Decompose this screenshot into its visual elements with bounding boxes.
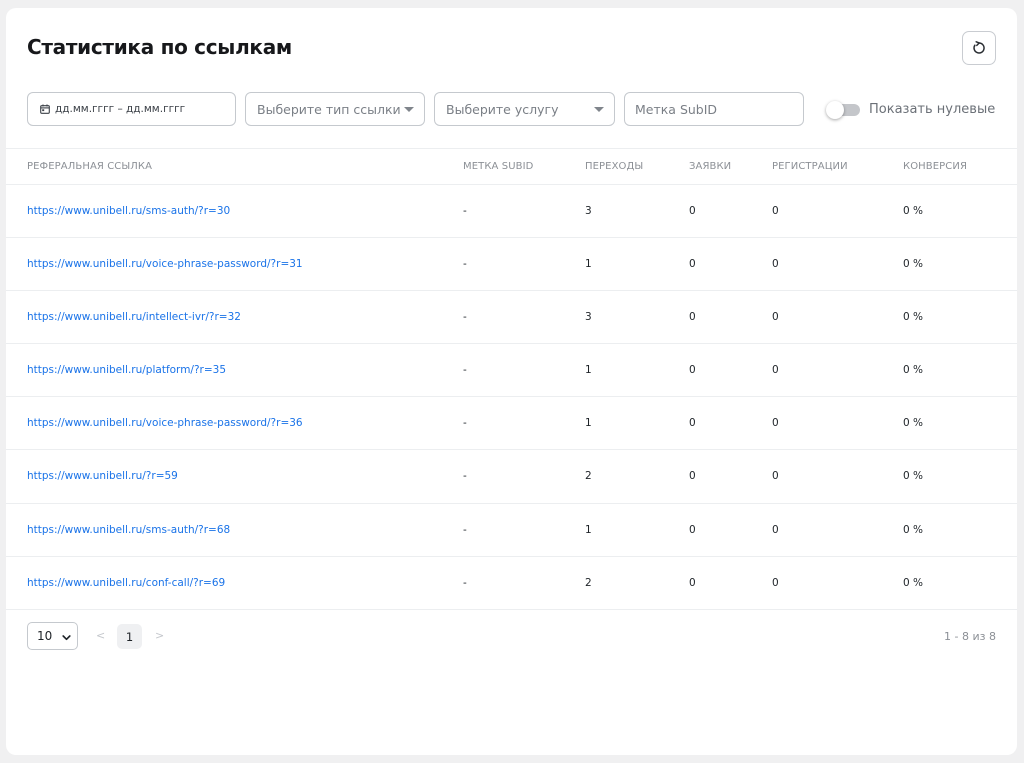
referral-link[interactable]: https://www.unibell.ru/conf-call/?r=69 (27, 577, 225, 589)
conversion-cell: 0 % (903, 258, 923, 271)
subid-cell: - (463, 417, 467, 430)
show-zero-label: Показать нулевые (869, 102, 996, 117)
registrations-cell: 0 (772, 523, 779, 536)
conversion-cell: 0 % (903, 523, 923, 536)
registrations-cell: 0 (772, 364, 779, 377)
toggle-knob (826, 100, 844, 119)
column-header-clicks: Переходы (585, 161, 644, 172)
page-title: Статистика по ссылкам (27, 35, 292, 59)
registrations-cell: 0 (772, 258, 779, 271)
orders-cell: 0 (689, 470, 696, 483)
page-size-select[interactable]: 10 (27, 622, 78, 650)
conversion-cell: 0 % (903, 417, 923, 430)
subid-input[interactable]: Метка SubID (624, 92, 804, 126)
subid-cell: - (463, 470, 467, 483)
column-header-conversion: Конверсия (903, 161, 968, 172)
clicks-cell: 3 (585, 311, 592, 324)
refresh-button[interactable] (962, 31, 996, 65)
conversion-cell: 0 % (903, 576, 923, 589)
current-page-button[interactable]: 1 (117, 624, 142, 649)
link-stats-card: Статистика по ссылкам дд.мм.гггг – дд.мм… (6, 8, 1017, 755)
clicks-cell: 1 (585, 417, 592, 430)
pagination-bar: 10 < 1 > 1 - 8 из 8 (27, 622, 996, 652)
column-header-orders: Заявки (689, 161, 732, 172)
chevron-down-icon (62, 631, 71, 641)
clicks-cell: 2 (585, 470, 592, 483)
referral-link[interactable]: https://www.unibell.ru/sms-auth/?r=68 (27, 524, 230, 536)
refresh-icon (971, 40, 987, 56)
clicks-cell: 1 (585, 523, 592, 536)
referral-link[interactable]: https://www.unibell.ru/intellect-ivr/?r=… (27, 311, 241, 323)
link-type-select[interactable]: Выберите тип ссылки (245, 92, 425, 126)
chevron-down-icon (404, 107, 414, 112)
table-row: https://www.unibell.ru/voice-phrase-pass… (6, 397, 1017, 451)
date-range-placeholder: дд.мм.гггг – дд.мм.гггг (55, 103, 186, 115)
table-row: https://www.unibell.ru/sms-auth/?r=68 - … (6, 504, 1017, 557)
conversion-cell: 0 % (903, 470, 923, 483)
link-stats-table: Реферальная ссылка Метка SubID Переходы … (6, 148, 1017, 610)
table-header: Реферальная ссылка Метка SubID Переходы … (6, 148, 1017, 185)
orders-cell: 0 (689, 576, 696, 589)
registrations-cell: 0 (772, 470, 779, 483)
chevron-down-icon (594, 107, 604, 112)
referral-link[interactable]: https://www.unibell.ru/platform/?r=35 (27, 364, 226, 376)
registrations-cell: 0 (772, 205, 779, 217)
next-page-button[interactable]: > (155, 629, 164, 642)
subid-cell: - (463, 576, 467, 589)
column-header-registrations: Регистрации (772, 161, 848, 172)
subid-cell: - (463, 258, 467, 271)
calendar-icon (40, 104, 50, 114)
orders-cell: 0 (689, 205, 696, 217)
service-placeholder: Выберите услугу (446, 101, 559, 117)
registrations-cell: 0 (772, 576, 779, 589)
clicks-cell: 2 (585, 576, 592, 589)
clicks-cell: 1 (585, 364, 592, 377)
table-row: https://www.unibell.ru/platform/?r=35 - … (6, 344, 1017, 398)
orders-cell: 0 (689, 364, 696, 377)
subid-cell: - (463, 364, 467, 377)
service-select[interactable]: Выберите услугу (434, 92, 615, 126)
conversion-cell: 0 % (903, 364, 923, 377)
subid-cell: - (463, 523, 467, 536)
date-range-input[interactable]: дд.мм.гггг – дд.мм.гггг (27, 92, 236, 126)
conversion-cell: 0 % (903, 205, 923, 217)
referral-link[interactable]: https://www.unibell.ru/voice-phrase-pass… (27, 417, 303, 429)
column-header-link: Реферальная ссылка (27, 161, 153, 172)
page-size-value: 10 (37, 629, 53, 643)
column-header-subid: Метка SubID (463, 161, 534, 172)
registrations-cell: 0 (772, 417, 779, 430)
show-zero-toggle[interactable] (826, 100, 860, 119)
table-row: https://www.unibell.ru/sms-auth/?r=30 - … (6, 185, 1017, 239)
referral-link[interactable]: https://www.unibell.ru/sms-auth/?r=30 (27, 205, 230, 217)
orders-cell: 0 (689, 523, 696, 536)
table-row: https://www.unibell.ru/conf-call/?r=69 -… (6, 557, 1017, 610)
referral-link[interactable]: https://www.unibell.ru/?r=59 (27, 470, 178, 482)
clicks-cell: 1 (585, 258, 592, 271)
orders-cell: 0 (689, 258, 696, 271)
table-row: https://www.unibell.ru/intellect-ivr/?r=… (6, 291, 1017, 345)
clicks-cell: 3 (585, 205, 592, 217)
subid-cell: - (463, 205, 467, 217)
registrations-cell: 0 (772, 311, 779, 324)
pagination-range: 1 - 8 из 8 (944, 630, 996, 643)
prev-page-button[interactable]: < (96, 629, 105, 642)
referral-link[interactable]: https://www.unibell.ru/voice-phrase-pass… (27, 258, 303, 270)
orders-cell: 0 (689, 417, 696, 430)
link-type-placeholder: Выберите тип ссылки (257, 101, 401, 117)
conversion-cell: 0 % (903, 311, 923, 324)
subid-cell: - (463, 311, 467, 324)
subid-placeholder: Метка SubID (635, 101, 718, 117)
table-row: https://www.unibell.ru/?r=59 - 2 0 0 0 % (6, 450, 1017, 504)
orders-cell: 0 (689, 311, 696, 324)
show-zero-toggle-group: Показать нулевые (826, 100, 996, 119)
table-row: https://www.unibell.ru/voice-phrase-pass… (6, 238, 1017, 292)
